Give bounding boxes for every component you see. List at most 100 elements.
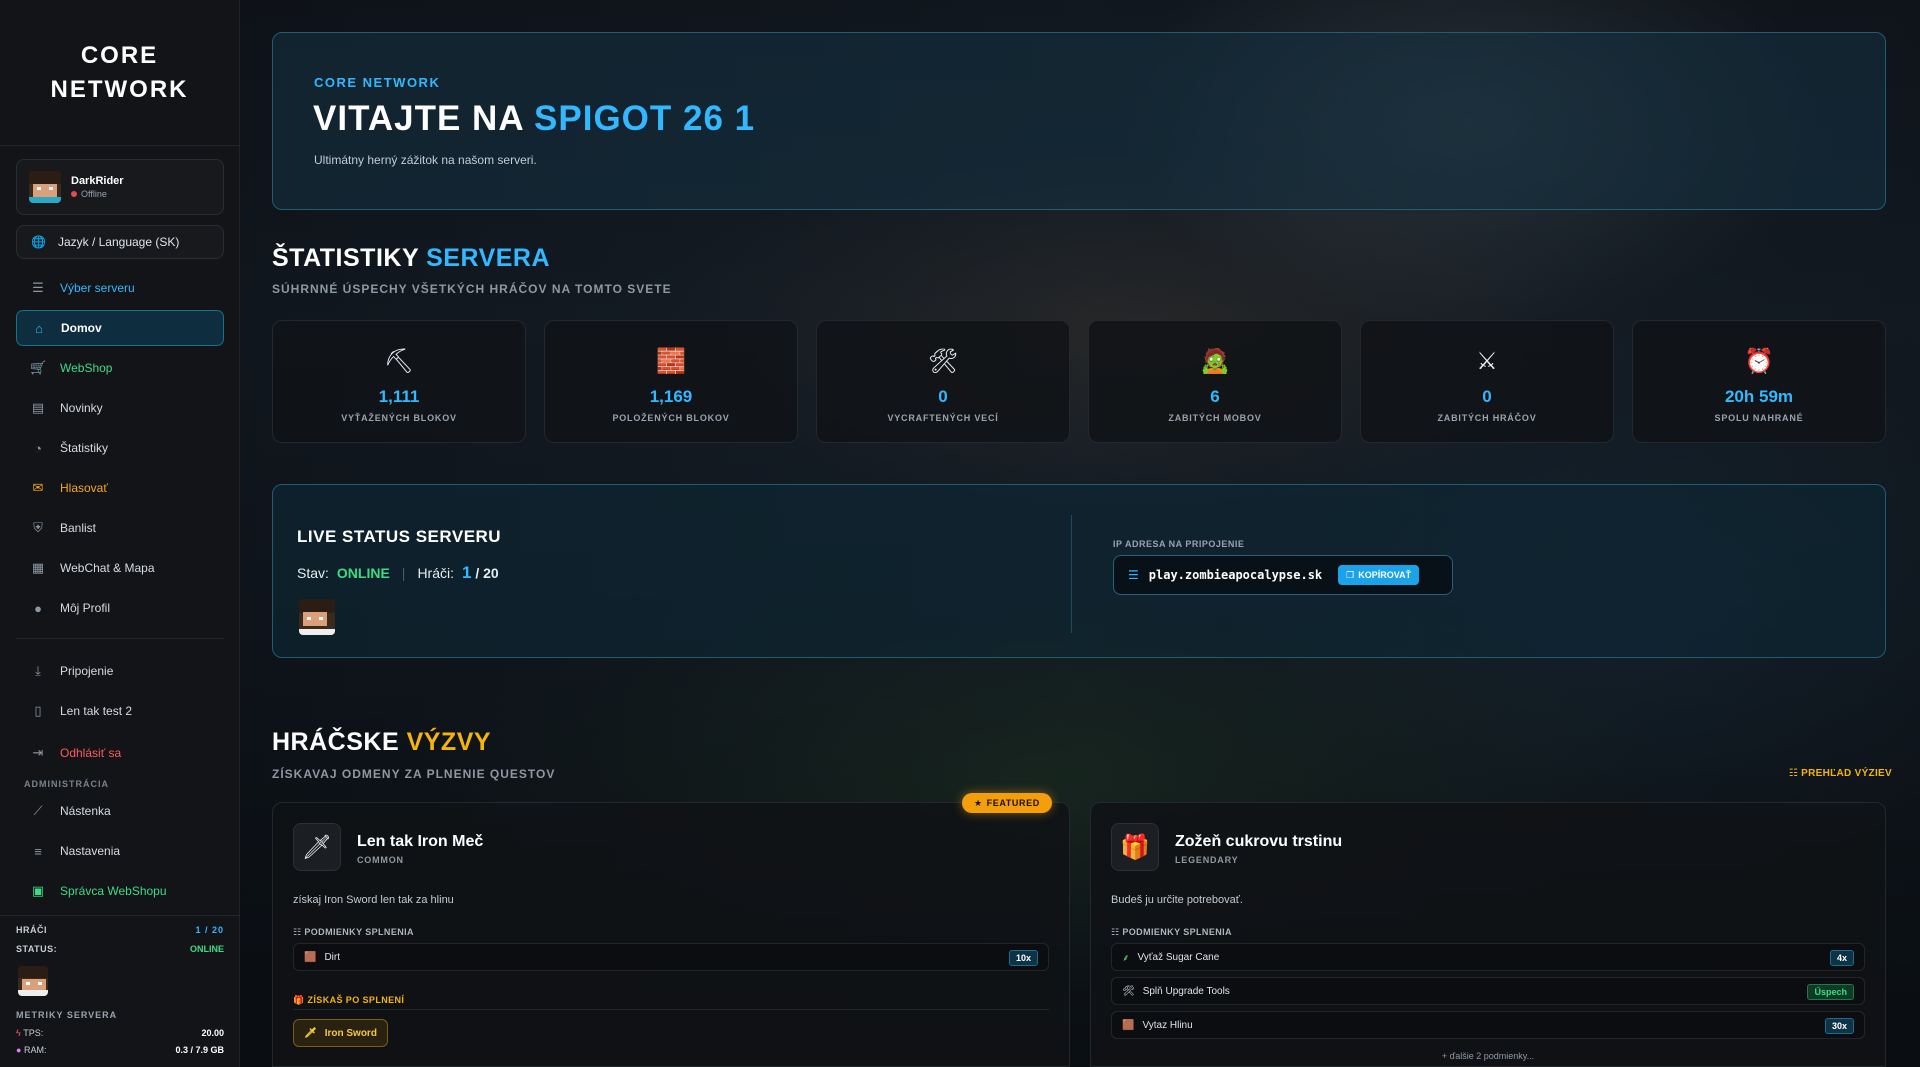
cart-icon: 🛒 [30, 360, 47, 375]
nav-stats[interactable]: ◔ Štatistiky [16, 430, 224, 466]
players-label: HRÁČI [16, 924, 47, 935]
language-label: Jazyk / Language (SK) [57, 235, 180, 249]
file-icon: ▯ [34, 703, 42, 718]
stat-card-mobs: 🧟 6 ZABITÝCH MOBOV [1088, 320, 1342, 443]
nav-label: Domov [61, 321, 102, 335]
copy-icon: ❐ [1346, 569, 1355, 580]
pie-chart-icon: ◔ [34, 440, 42, 456]
brand-line1: CORE [80, 41, 159, 69]
stats-title-accent: SERVERA [426, 244, 551, 272]
requirement-count-badge: 4x [1829, 950, 1854, 966]
quest-description: Budeš ju určite potrebovať. [1111, 894, 1243, 906]
server-icon: ☰ [1128, 568, 1139, 582]
crossed-swords-icon: ⚔ [1476, 348, 1498, 375]
nav-server-select[interactable]: ☰ Výber serveru [16, 270, 224, 306]
nav-label: Nástenka [60, 804, 111, 818]
quest-description: získaj Iron Sword len tak za hlinu [293, 894, 454, 906]
online-player-head[interactable] [299, 599, 335, 635]
quests-title: HRÁČSKE VÝZVY [272, 728, 491, 757]
ip-label: IP ADRESA NA PRIPOJENIE [1113, 539, 1245, 549]
quest-rarity: LEGENDARY [1175, 855, 1239, 865]
chart-line-icon: ⟋ [33, 803, 43, 818]
nav-settings[interactable]: ≡ Nastavenia [16, 833, 224, 869]
hero-title-accent: SPIGOT 26 1 [534, 99, 756, 138]
nav-dashboard[interactable]: ⟋ Nástenka [16, 793, 224, 829]
nav-webchat[interactable]: ▦ WebChat & Mapa [16, 550, 224, 586]
copy-ip-button[interactable]: ❐ KOPÍROVAŤ [1338, 565, 1420, 585]
stats-title-prefix: ŠTATISTIKY [272, 244, 427, 272]
stat-label: POLOŽENÝCH BLOKOV [612, 413, 730, 423]
quests-subtitle: ZÍSKAVAJ ODMENY ZA PLNENIE QUESTOV [272, 767, 556, 781]
nav-label: Nastavenia [60, 844, 121, 858]
nav-banlist[interactable]: ⛨ Banlist [16, 510, 224, 546]
quest-card[interactable]: 🎁 Zožeň cukrovu trstinu LEGENDARY Budeš … [1090, 802, 1886, 1067]
separator: | [401, 565, 406, 581]
stat-label: VYCRAFTENÝCH VECÍ [887, 413, 999, 423]
nav-label: Banlist [60, 521, 97, 535]
reward-item: 🗡 Iron Sword [293, 1019, 388, 1047]
requirement-count-badge: 30x [1824, 1018, 1854, 1034]
map-icon: ▦ [31, 560, 45, 575]
status-value: ONLINE [189, 943, 224, 954]
stats-subtitle: SÚHRNNÉ ÚSPECHY VŠETKÝCH HRÁČOV NA TOMTO… [272, 282, 672, 296]
players-value: 1 / 20 [195, 924, 224, 935]
tps-label: TPS: [23, 1027, 44, 1038]
nav-test[interactable]: ▯ Len tak test 2 [16, 693, 224, 729]
server-icon: ☰ [32, 280, 44, 295]
user-status: Offline [71, 189, 124, 199]
ip-box: ☰ play.zombieapocalypse.sk ❐ KOPÍROVAŤ [1113, 555, 1453, 595]
players-label: Hráči: [417, 565, 454, 581]
reward-name: Iron Sword [324, 1027, 377, 1039]
server-ip: play.zombieapocalypse.sk [1148, 568, 1323, 582]
hero-kicker: CORE NETWORK [314, 75, 441, 90]
sliders-icon: ≡ [34, 843, 42, 859]
user-name: DarkRider [71, 175, 124, 187]
user-card[interactable]: DarkRider Offline [16, 159, 224, 215]
stats-grid: ⛏ 1,111 VYŤAŽENÝCH BLOKOV 🧱 1,169 POLOŽE… [272, 320, 1886, 443]
nav-label: Pripojenie [60, 664, 114, 678]
memory-icon: ● [16, 1044, 22, 1055]
nav-home[interactable]: ⌂ Domov [16, 310, 224, 346]
dirt-block-icon: 🟫 [1122, 1019, 1135, 1031]
quest-card[interactable]: 🗡 Len tak Iron Meč COMMON získaj Iron Sw… [272, 802, 1070, 1067]
nav-profile[interactable]: ● Môj Profil [16, 590, 224, 626]
dirt-block-icon: 🟫 [304, 951, 317, 963]
nav-label: Novinky [60, 401, 103, 415]
stat-card-mined: ⛏ 1,111 VYŤAŽENÝCH BLOKOV [272, 320, 526, 443]
tools-icon: 🛠 [1122, 985, 1135, 997]
requirement-row: 🛠 Splň Upgrade Tools Úspech [1111, 977, 1865, 1005]
status-dot-icon [71, 191, 77, 197]
nav-label: WebShop [60, 361, 113, 375]
online-player-head[interactable] [18, 966, 48, 996]
tps-value: 20.00 [201, 1027, 224, 1038]
user-icon: ● [34, 600, 42, 616]
brand-logo[interactable]: CORE NETWORK [0, 0, 239, 146]
nav-logout[interactable]: ⇥ Odhlásiť sa [16, 735, 224, 771]
ram-label: RAM: [23, 1044, 47, 1055]
hero-title-prefix: VITAJTE NA [313, 99, 535, 138]
nav-connect[interactable]: ⤓ Pripojenie [16, 653, 224, 689]
tools-icon: 🛠 [927, 348, 959, 375]
nav-vote[interactable]: ✉ Hlasovať [16, 470, 224, 506]
nav-webshop[interactable]: 🛒 WebShop [16, 350, 224, 386]
requirement-name: Splň Upgrade Tools [1142, 985, 1230, 997]
download-icon: ⤓ [35, 663, 41, 678]
zombie-icon: 🧟 [1200, 348, 1230, 375]
admin-section-title: ADMINISTRÁCIA [24, 779, 109, 789]
quest-name: Zožeň cukrovu trstinu [1175, 833, 1343, 850]
featured-badge: ★ FEATURED [962, 793, 1052, 813]
stat-card-crafted: 🛠 0 VYCRAFTENÝCH VECÍ [816, 320, 1070, 443]
stat-label: ZABITÝCH MOBOV [1168, 413, 1262, 423]
globe-icon: 🌐 [31, 235, 46, 249]
live-divider [1071, 515, 1072, 633]
nav-news[interactable]: ▤ Novinky [16, 390, 224, 426]
nav-shop-admin[interactable]: ▣ Správca WebShopu [16, 873, 224, 909]
main-nav: ☰ Výber serveru ⌂ Domov 🛒 WebShop ▤ Novi… [16, 270, 224, 913]
quests-overview-link[interactable]: ☷ PREHĽAD VÝZIEV [1789, 768, 1892, 779]
requirement-row: ⸙ Vyťaž Sugar Cane 4x [1111, 943, 1865, 971]
live-status-panel: LIVE STATUS SERVERU Stav: ONLINE | Hráči… [272, 484, 1886, 658]
stat-value: 1,111 [378, 387, 420, 406]
nav-label: WebChat & Mapa [60, 561, 155, 575]
sword-icon: 🗡 [293, 823, 341, 871]
language-button[interactable]: 🌐 Jazyk / Language (SK) [16, 225, 224, 259]
